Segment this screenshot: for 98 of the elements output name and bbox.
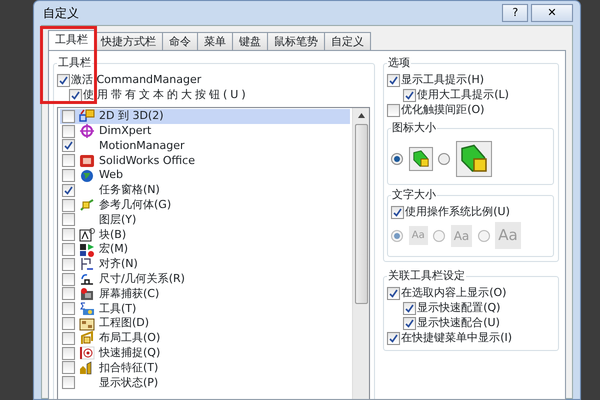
group-title: 关联工具栏设定 bbox=[387, 270, 466, 282]
list-item[interactable]: 图层(Y) bbox=[60, 212, 350, 228]
radio-button[interactable] bbox=[438, 152, 450, 165]
list-item[interactable]: 工程图(D) bbox=[60, 316, 350, 331]
toolbar-icon bbox=[79, 316, 95, 331]
toolbar-icon bbox=[79, 124, 95, 138]
tab[interactable]: 命令 bbox=[162, 32, 198, 50]
group-title: 选项 bbox=[387, 57, 412, 69]
checkbox-label: 使用带有文本的大按钮(U) bbox=[83, 87, 249, 104]
tab[interactable]: 鼠标笔势 bbox=[267, 32, 325, 50]
checkbox[interactable] bbox=[62, 332, 75, 345]
checkbox[interactable] bbox=[62, 228, 75, 242]
checkbox[interactable] bbox=[62, 317, 75, 330]
text-size-sample: Aa bbox=[495, 222, 521, 249]
window-title: 自定义 bbox=[42, 5, 79, 22]
checkbox[interactable] bbox=[62, 198, 75, 212]
list-item[interactable]: DimXpert bbox=[60, 124, 350, 139]
checkbox-label: 在选取内容上显示(O) bbox=[401, 284, 506, 301]
checkbox[interactable] bbox=[69, 89, 82, 102]
help-button[interactable]: ? bbox=[502, 4, 528, 22]
checkbox-label: 优化触摸间距(O) bbox=[401, 102, 484, 118]
checkbox[interactable] bbox=[62, 361, 75, 374]
checkbox[interactable] bbox=[62, 346, 75, 360]
list-item[interactable]: 任务窗格(N) bbox=[60, 182, 350, 198]
toolbar-icon bbox=[79, 286, 95, 301]
checkbox-label: 显示快速配合(U) bbox=[417, 314, 500, 331]
scrollbar-thumb[interactable] bbox=[354, 124, 368, 304]
checkbox[interactable] bbox=[403, 89, 416, 102]
checkbox[interactable] bbox=[403, 316, 416, 330]
checkbox[interactable] bbox=[62, 154, 75, 168]
list-item[interactable]: 屏幕捕获(C) bbox=[60, 286, 350, 302]
list-item[interactable]: 对齐(N) bbox=[60, 256, 350, 272]
checkbox[interactable] bbox=[62, 243, 75, 256]
cube-icon bbox=[458, 144, 489, 174]
list-item[interactable]: 块(B) bbox=[60, 227, 350, 242]
checkbox[interactable] bbox=[62, 169, 75, 182]
list-item[interactable]: SolidWorks Office bbox=[60, 153, 350, 168]
toolbar-icon bbox=[79, 168, 95, 183]
list-item[interactable]: 2D 到 3D(2) bbox=[60, 109, 350, 124]
checkbox[interactable] bbox=[62, 302, 75, 316]
checkbox[interactable] bbox=[403, 302, 416, 314]
icon-size-button[interactable] bbox=[408, 146, 433, 171]
tab[interactable]: 自定义 bbox=[324, 32, 371, 50]
list-item[interactable]: 参考几何体(G) bbox=[60, 198, 350, 213]
list-item[interactable]: 布局工具(O) bbox=[60, 330, 350, 346]
checkbox-label: 显示快速配置(Q) bbox=[417, 300, 500, 316]
checkbox-label: 在快捷键菜单中显示(I) bbox=[401, 330, 512, 346]
checkbox[interactable] bbox=[62, 184, 75, 197]
list-item[interactable]: 尺寸/几何关系(R) bbox=[60, 272, 350, 287]
group-title: 图标大小 bbox=[391, 122, 438, 134]
cube-icon bbox=[412, 150, 430, 168]
list-item[interactable]: 显示状态(P) bbox=[60, 375, 350, 390]
list-item[interactable]: 快速捕捉(Q) bbox=[60, 346, 350, 361]
toolbar-icon bbox=[79, 109, 95, 124]
checkbox[interactable] bbox=[62, 287, 75, 300]
checkbox[interactable] bbox=[387, 74, 400, 87]
toolbar-icon bbox=[79, 302, 95, 316]
checkbox-label: 激活 CommandManager bbox=[71, 72, 202, 88]
checkbox[interactable] bbox=[62, 258, 75, 271]
checkbox[interactable] bbox=[62, 139, 75, 152]
checkbox[interactable] bbox=[57, 74, 70, 87]
checkbox[interactable] bbox=[62, 376, 75, 390]
checkbox-label: 使用操作系统比例(U) bbox=[405, 204, 510, 220]
checkbox[interactable] bbox=[387, 104, 400, 117]
checkbox[interactable] bbox=[62, 213, 75, 226]
list-item[interactable]: 扣合特征(T) bbox=[60, 360, 350, 376]
text-size-sample: Aa bbox=[450, 224, 472, 246]
checkbox[interactable] bbox=[62, 124, 75, 138]
checkbox[interactable] bbox=[62, 272, 75, 286]
icon-size-button[interactable] bbox=[456, 140, 492, 177]
list-item[interactable]: 宏(M) bbox=[60, 242, 350, 257]
tab[interactable]: 菜单 bbox=[197, 32, 233, 50]
toolbar-icon bbox=[79, 198, 95, 212]
checkbox[interactable] bbox=[387, 286, 400, 300]
toolbar-icon bbox=[79, 257, 95, 272]
checkbox[interactable] bbox=[387, 332, 400, 344]
list-item[interactable]: MotionManager bbox=[60, 138, 350, 154]
text-size-sample: Aa bbox=[408, 226, 428, 245]
toolbar-icon bbox=[79, 346, 95, 360]
close-button[interactable]: ✕ bbox=[531, 4, 573, 22]
tab[interactable]: 快捷方式栏 bbox=[94, 32, 163, 50]
toolbar-icon bbox=[79, 228, 95, 242]
group-title: 文字大小 bbox=[391, 188, 438, 200]
tab[interactable]: 键盘 bbox=[232, 32, 268, 50]
tab[interactable]: 工具栏 bbox=[48, 30, 95, 50]
toolbar-icon bbox=[79, 272, 95, 286]
list-item[interactable]: Web bbox=[60, 168, 350, 183]
list-item[interactable]: 工具(T) bbox=[60, 301, 350, 316]
toolbar-icon bbox=[79, 242, 95, 257]
checkbox-label: 显示工具提示(H) bbox=[401, 72, 484, 88]
toolbar-icon bbox=[79, 154, 95, 168]
group-title: 工具栏 bbox=[57, 57, 92, 69]
checkbox-label: 使用大工具提示(L) bbox=[417, 87, 509, 104]
radio-button[interactable] bbox=[391, 152, 404, 165]
scrollbar[interactable] bbox=[352, 108, 370, 399]
checkbox[interactable] bbox=[391, 206, 404, 218]
toolbar-icon bbox=[79, 331, 95, 346]
checkbox[interactable] bbox=[62, 110, 75, 123]
